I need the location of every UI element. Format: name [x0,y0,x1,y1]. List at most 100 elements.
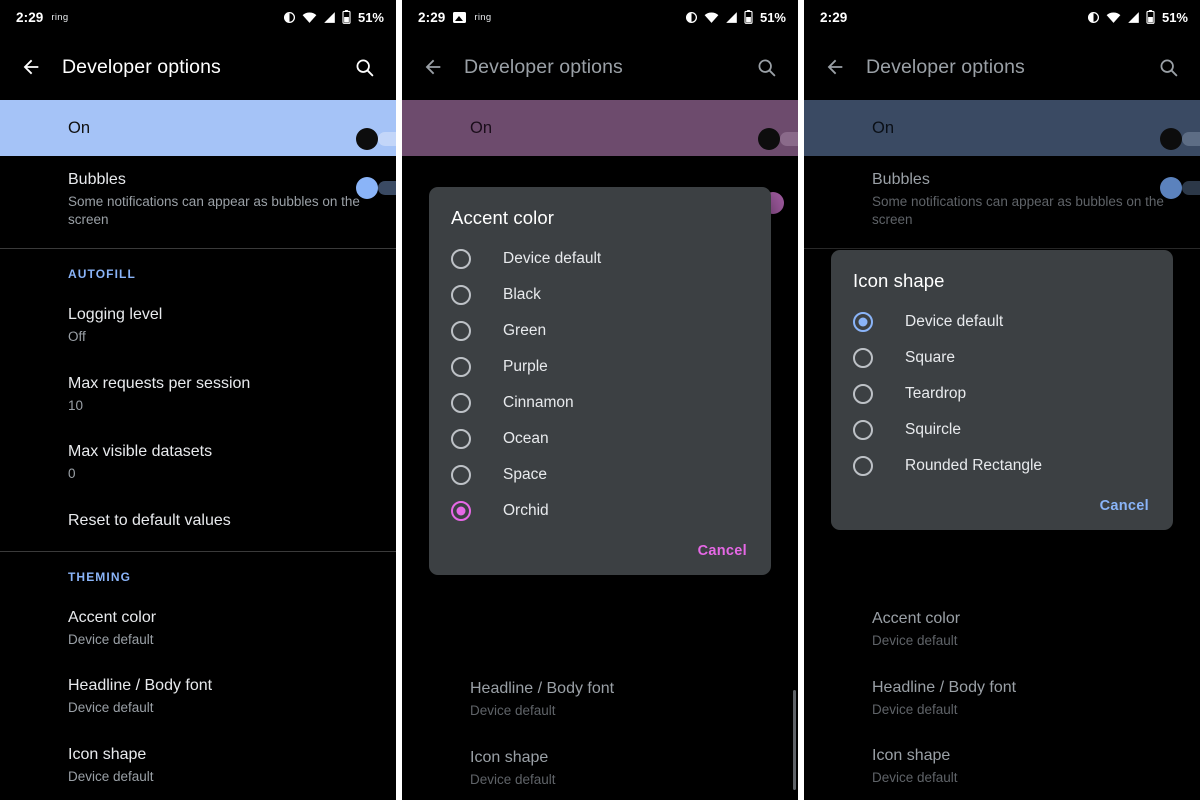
list-item-summary: 0 [68,466,76,482]
list-item-summary: Device default [68,700,154,716]
status-bar-right: 51% [1087,10,1188,25]
master-switch-label: On [68,118,91,137]
list-item-title: Icon shape [68,745,147,763]
list-item-reset-to-default[interactable]: Reset to default values [0,497,396,545]
list-item-summary: Device default [470,771,556,787]
radio-option-device-default[interactable]: Device default [831,304,1173,340]
radio-option-purple[interactable]: Purple [429,349,771,385]
status-bar-right: 51% [685,10,786,25]
radio-button-icon[interactable] [853,312,873,332]
master-switch-label: On [872,118,895,137]
list-item-summary: Some notifications can appear as bubbles… [68,194,360,227]
list-item-icon-shape[interactable]: Icon shape Device default [0,731,396,800]
list-item-bubbles[interactable]: Bubbles Some notifications can appear as… [0,156,396,242]
list-item-summary: 10 [68,397,84,413]
list-item-bubbles[interactable]: Bubbles Some notifications can appear as… [804,156,1200,242]
app-bar: Developer options [402,34,798,100]
vertical-scrollbar[interactable] [793,690,796,790]
radio-option-label: Device default [905,313,1004,330]
list-item-title: Accent color [872,610,961,627]
list-item-icon-shape[interactable]: Icon shape Device default [804,732,1200,800]
radio-option-orchid[interactable]: Orchid [429,493,771,529]
list-item-title: Icon shape [872,747,951,765]
settings-list: Bubbles Some notifications can appear as… [0,156,396,799]
radio-button-icon[interactable] [853,348,873,368]
developer-options-master-switch-row[interactable]: On [0,100,396,156]
settings-list-background: Headline / Body font Device default Icon… [402,665,798,800]
list-item-logging-level[interactable]: Logging level Off [0,291,396,360]
cellular-signal-icon [725,11,738,24]
icon-shape-dialog: Icon shape Device default Square Teardro… [831,250,1173,530]
wifi-icon [1106,11,1121,24]
radio-option-cinnamon[interactable]: Cinnamon [429,385,771,421]
radio-button-icon[interactable] [451,465,471,485]
search-icon[interactable] [348,51,380,83]
radio-option-device-default[interactable]: Device default [429,241,771,277]
developer-options-master-switch-row[interactable]: On [804,100,1200,156]
radio-button-icon[interactable] [451,285,471,305]
radio-option-rounded-rectangle[interactable]: Rounded Rectangle [831,448,1173,484]
list-item-title: Headline / Body font [68,677,213,695]
page-title: Developer options [464,55,623,78]
dnd-icon [685,11,698,24]
list-item-summary: Device default [68,631,154,647]
radio-option-label: Device default [503,250,602,267]
list-item-headline-body-font[interactable]: Headline / Body font Device default [0,662,396,731]
radio-option-label: Squircle [905,421,961,438]
radio-button-icon[interactable] [451,501,471,521]
list-item-summary: Device default [68,768,154,784]
section-header-theming: THEMING [68,569,132,584]
radio-button-icon[interactable] [451,357,471,377]
wifi-icon [704,11,719,24]
list-item-max-visible-datasets[interactable]: Max visible datasets 0 [0,428,396,497]
dnd-icon [1087,11,1100,24]
panel-developer-options-list: 2:29 ring 51% Developer options On Bubbl… [0,0,396,800]
list-item-headline-body-font[interactable]: Headline / Body font Device default [804,664,1200,733]
list-item-headline-body-font[interactable]: Headline / Body font Device default [402,665,798,734]
developer-options-master-switch-row[interactable]: On [402,100,798,156]
battery-icon [744,10,753,24]
cancel-button[interactable]: Cancel [698,543,747,559]
section-header-autofill: AUTOFILL [68,267,136,282]
dialog-title: Accent color [451,207,554,228]
battery-icon [342,10,351,24]
status-time: 2:29 [418,9,446,25]
list-item-title: Icon shape [470,748,549,766]
radio-option-squircle[interactable]: Squircle [831,412,1173,448]
radio-button-icon[interactable] [853,384,873,404]
radio-button-icon[interactable] [451,429,471,449]
search-icon[interactable] [750,51,782,83]
radio-option-ocean[interactable]: Ocean [429,421,771,457]
radio-button-icon[interactable] [451,393,471,413]
list-item-max-requests[interactable]: Max requests per session 10 [0,360,396,429]
section-divider [804,248,1200,250]
radio-button-icon[interactable] [853,456,873,476]
dialog-title: Icon shape [853,270,945,291]
list-item-summary: Device default [872,633,958,648]
list-item-summary: Some notifications can appear as bubbles… [872,194,1164,227]
list-item-accent-color[interactable]: Accent color Device default [0,594,396,663]
status-bar: 2:29 ring 51% [0,0,396,34]
radio-button-icon[interactable] [451,321,471,341]
arrow-back-icon[interactable] [818,50,852,84]
search-icon[interactable] [1152,51,1184,83]
theming-items-background: Accent color Device default Headline / B… [804,595,1200,800]
arrow-back-icon[interactable] [416,50,450,84]
radio-button-icon[interactable] [853,420,873,440]
dnd-icon [283,11,296,24]
radio-button-icon[interactable] [451,249,471,269]
list-item-accent-color[interactable]: Accent color Device default [804,595,1200,664]
radio-option-space[interactable]: Space [429,457,771,493]
list-item-summary: Device default [872,770,958,786]
radio-option-square[interactable]: Square [831,340,1173,376]
radio-option-black[interactable]: Black [429,277,771,313]
status-bar: 2:29 ring 51% [402,0,798,34]
page-title: Developer options [62,55,221,78]
list-item-title: Bubbles [68,171,126,188]
radio-option-label: Cinnamon [503,394,574,411]
radio-option-teardrop[interactable]: Teardrop [831,376,1173,412]
radio-option-green[interactable]: Green [429,313,771,349]
arrow-back-icon[interactable] [14,50,48,84]
list-item-icon-shape[interactable]: Icon shape Device default [402,734,798,800]
cancel-button[interactable]: Cancel [1100,498,1149,514]
